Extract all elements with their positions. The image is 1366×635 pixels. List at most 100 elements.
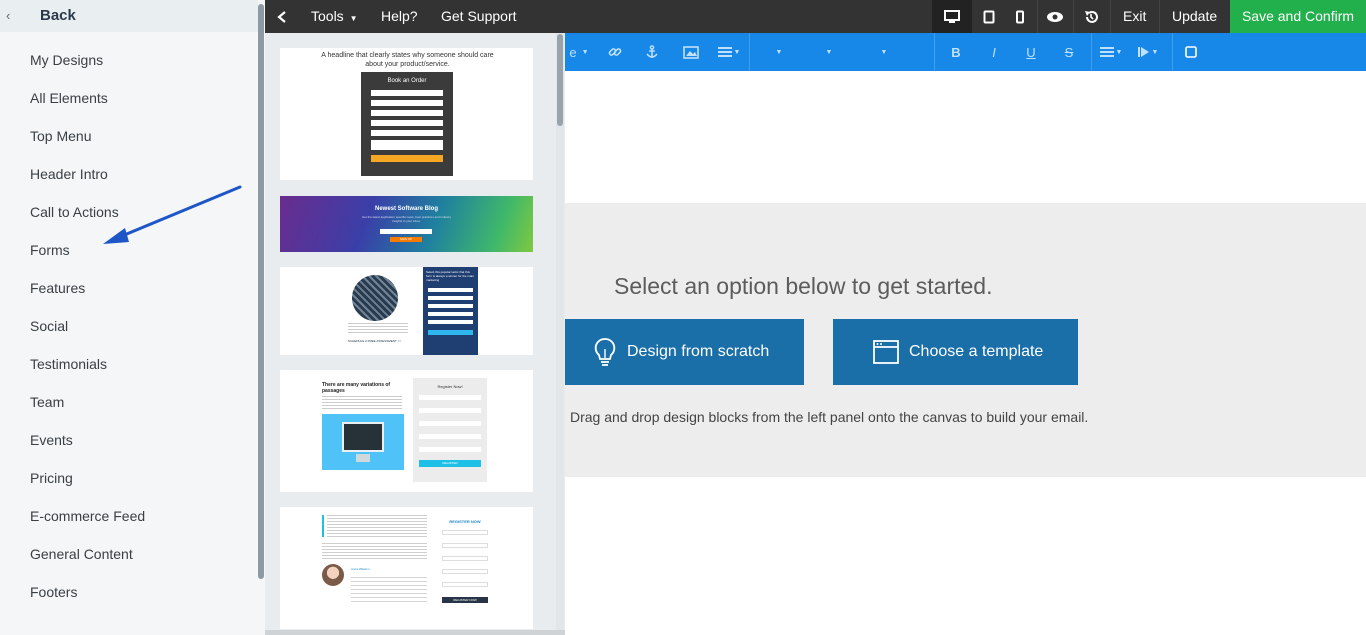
thumb-side-form: Select this popular tactic that this for… [423, 267, 478, 355]
caret-down-icon: ▼ [1115, 48, 1123, 56]
sidebar-item-my-designs[interactable]: My Designs [30, 46, 145, 84]
image-button[interactable] [678, 33, 704, 71]
thumb-cta: SCHEDULE A FREE ASSESSMENT >> [348, 339, 402, 343]
anchor-icon [646, 45, 658, 58]
tools-menu[interactable]: Tools ▼ [311, 0, 358, 33]
form-thumbnail-4[interactable]: There are many variations of passages Re… [280, 370, 533, 492]
toolbar-divider [1159, 0, 1160, 33]
toolbar-divider [934, 33, 935, 71]
sidebar-item-team[interactable]: Team [30, 388, 145, 426]
caret-down-icon: ▼ [880, 48, 888, 56]
desktop-icon [944, 9, 960, 23]
thumb-person-name: Anna Wilsdon [351, 567, 370, 571]
link-button[interactable] [603, 33, 627, 71]
canvas-helptext: Drag and drop design blocks from the lef… [570, 409, 1089, 425]
lightbulb-icon [594, 338, 616, 366]
category-sidebar: ‹ Back My Designs All Elements Top Menu … [0, 0, 265, 635]
template-window-icon [873, 340, 899, 364]
italic-button[interactable]: I [983, 33, 1005, 71]
list-dropdown[interactable]: ▼ [1096, 33, 1126, 71]
form-thumbnail-3[interactable]: SCHEDULE A FREE ASSESSMENT >> Select thi… [280, 267, 533, 355]
collapse-panel-button[interactable] [265, 0, 299, 33]
sidebar-item-ecommerce-feed[interactable]: E-commerce Feed [30, 502, 145, 540]
tablet-icon [983, 10, 995, 23]
update-button[interactable]: Update [1172, 0, 1217, 33]
caret-down-icon: ▼ [581, 48, 589, 56]
chevron-left-icon [277, 10, 286, 23]
link-icon [608, 48, 622, 56]
form-thumbnail-5[interactable]: Anna Wilsdon REGISTER NOW REGISTER NOW [280, 507, 533, 629]
thumb-avatar [322, 564, 344, 586]
thumb-form-title: Book an Order [387, 78, 427, 84]
start-prompt: Select an option below to get started. [614, 273, 993, 299]
list-icon [1099, 47, 1114, 57]
thumb-blog-subtitle: Get the latest application specific news… [361, 215, 452, 223]
caret-down-icon: ▼ [825, 48, 833, 56]
caret-down-icon: ▼ [1151, 48, 1159, 56]
choose-template-button[interactable]: Choose a template [833, 319, 1078, 385]
thumbnail-horizontal-scrollbar[interactable] [265, 630, 565, 635]
sidebar-item-footers[interactable]: Footers [30, 578, 145, 616]
toolbar-divider [749, 33, 750, 71]
thumb-monitor-illustration [322, 414, 404, 470]
tablet-view-button[interactable] [972, 0, 1006, 33]
get-support-link[interactable]: Get Support [441, 0, 517, 33]
canvas-top-area [565, 71, 1366, 203]
bold-button[interactable]: B [945, 33, 967, 71]
thumbnail-scrollbar-thumb[interactable] [557, 34, 563, 126]
history-button[interactable] [1074, 0, 1108, 33]
line-height-dropdown[interactable]: ▼ [870, 33, 898, 71]
image-icon [683, 45, 699, 59]
canvas-start-area: Select an option below to get started. D… [565, 203, 1366, 477]
thumb-variations-title: There are many variations of passages [322, 382, 391, 394]
mobile-view-button[interactable] [1003, 0, 1037, 33]
caret-down-icon: ▼ [349, 14, 358, 23]
source-toggle-button[interactable] [1179, 33, 1203, 71]
thumbnail-panel: A headline that clearly states why someo… [265, 32, 565, 635]
sidebar-item-all-elements[interactable]: All Elements [30, 84, 145, 122]
top-toolbar: Tools ▼ Help? Get Support Exit Update Sa… [265, 0, 1366, 33]
sidebar-item-pricing[interactable]: Pricing [30, 464, 145, 502]
font-size-dropdown[interactable]: ▼ [815, 33, 843, 71]
underline-button[interactable]: U [1020, 33, 1042, 71]
toolbar-divider [1110, 0, 1111, 33]
thumb-headline: A headline that clearly states why someo… [321, 52, 494, 68]
back-bar[interactable]: ‹ Back [0, 0, 258, 32]
thumb-image-circle [352, 275, 398, 321]
form-thumbnail-2[interactable]: Newest Software Blog Get the latest appl… [280, 196, 533, 252]
font-family-dropdown[interactable]: ▼ [765, 33, 793, 71]
toolbar-divider [1091, 33, 1092, 71]
caret-down-icon: ▼ [733, 48, 741, 56]
direction-dropdown[interactable]: ▼ [1133, 33, 1163, 71]
eye-icon [1047, 11, 1063, 22]
sidebar-scrollbar-thumb[interactable] [258, 4, 264, 579]
save-and-confirm-button[interactable]: Save and Confirm [1230, 0, 1366, 33]
form-thumbnail-1[interactable]: A headline that clearly states why someo… [280, 48, 533, 180]
thumb-form-box: Book an Order [361, 72, 453, 176]
sidebar-item-events[interactable]: Events [30, 426, 145, 464]
exit-button[interactable]: Exit [1123, 0, 1146, 33]
chevron-left-icon[interactable]: ‹ [6, 8, 10, 23]
mobile-icon [1016, 10, 1024, 23]
back-button[interactable]: Back [40, 7, 76, 24]
help-link[interactable]: Help? [381, 0, 418, 33]
annotation-arrow-icon [103, 185, 242, 244]
caret-down-icon: ▼ [775, 48, 783, 56]
sidebar-item-social[interactable]: Social [30, 312, 145, 350]
thumb-register-now-form: REGISTER NOW REGISTER NOW [440, 515, 490, 625]
strikethrough-button[interactable]: S [1058, 33, 1080, 71]
history-icon [1085, 10, 1098, 23]
sidebar-item-top-menu[interactable]: Top Menu [30, 122, 145, 160]
anchor-button[interactable] [640, 33, 664, 71]
design-from-scratch-button[interactable]: Design from scratch [565, 319, 804, 385]
sidebar-item-features[interactable]: Features [30, 274, 145, 312]
text-edit-toolbar: e ▼ ▼ ▼ ▼ ▼ B I U S ▼ ▼ [565, 33, 1366, 71]
sidebar-item-testimonials[interactable]: Testimonials [30, 350, 145, 388]
category-list: My Designs All Elements Top Menu Header … [30, 46, 145, 616]
align-dropdown[interactable]: ▼ [713, 33, 745, 71]
style-dropdown[interactable]: e ▼ [565, 33, 593, 71]
toolbar-divider [1172, 33, 1173, 71]
sidebar-item-general-content[interactable]: General Content [30, 540, 145, 578]
preview-button[interactable] [1038, 0, 1072, 33]
desktop-view-button[interactable] [932, 0, 972, 33]
